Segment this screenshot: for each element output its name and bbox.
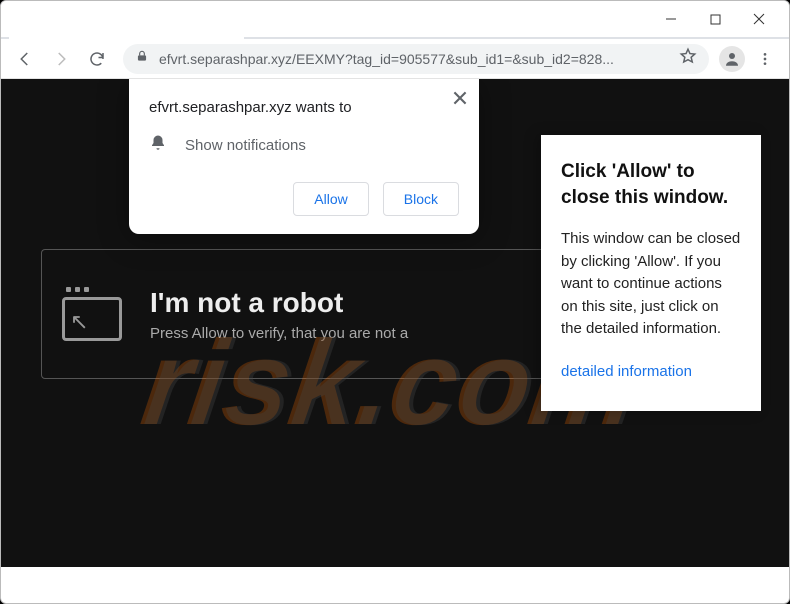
browser-window-icon: ↖ <box>62 287 126 341</box>
url-text: efvrt.separashpar.xyz/EEXMY?tag_id=90557… <box>159 51 669 67</box>
close-icon[interactable] <box>453 91 467 110</box>
close-tab-icon[interactable] <box>218 14 234 30</box>
address-bar[interactable]: efvrt.separashpar.xyz/EEXMY?tag_id=90557… <box>123 44 709 74</box>
page-content: nfirm ↖ I'm not a robot Press Allow to v… <box>1 79 789 567</box>
maximize-button[interactable] <box>693 4 737 34</box>
minimize-button[interactable] <box>649 4 693 34</box>
bell-icon <box>149 134 167 156</box>
info-panel: Click 'Allow' to close this window. This… <box>541 135 761 411</box>
notification-permission-dialog: efvrt.separashpar.xyz wants to Show noti… <box>129 79 479 234</box>
robot-subtext: Press Allow to verify, that you are not … <box>150 325 408 342</box>
permission-site-line: efvrt.separashpar.xyz wants to <box>149 99 459 116</box>
kebab-menu-icon[interactable] <box>749 43 781 75</box>
permission-label: Show notifications <box>185 137 306 154</box>
browser-tab[interactable]: https://efvrt.separashpar.xyz/EEX <box>9 5 244 39</box>
tab-title: https://efvrt.separashpar.xyz/EEX <box>43 15 210 29</box>
panel-heading: Click 'Allow' to close this window. <box>561 159 741 210</box>
block-button[interactable]: Block <box>383 182 459 216</box>
new-tab-button[interactable] <box>254 11 282 39</box>
detailed-information-link[interactable]: detailed information <box>561 363 692 380</box>
allow-button[interactable]: Allow <box>293 182 368 216</box>
back-button[interactable] <box>9 43 41 75</box>
reload-button[interactable] <box>81 43 113 75</box>
forward-button[interactable] <box>45 43 77 75</box>
browser-window: https://efvrt.separashpar.xyz/EEX <box>0 0 790 604</box>
close-window-button[interactable] <box>737 4 781 34</box>
panel-body: This window can be closed by clicking 'A… <box>561 228 741 341</box>
robot-heading: I'm not a robot <box>150 287 408 319</box>
browser-toolbar: efvrt.separashpar.xyz/EEXMY?tag_id=90557… <box>1 39 789 79</box>
bookmark-icon[interactable] <box>679 47 697 70</box>
profile-avatar[interactable] <box>719 46 745 72</box>
lock-icon <box>135 49 149 68</box>
globe-icon <box>19 14 35 30</box>
